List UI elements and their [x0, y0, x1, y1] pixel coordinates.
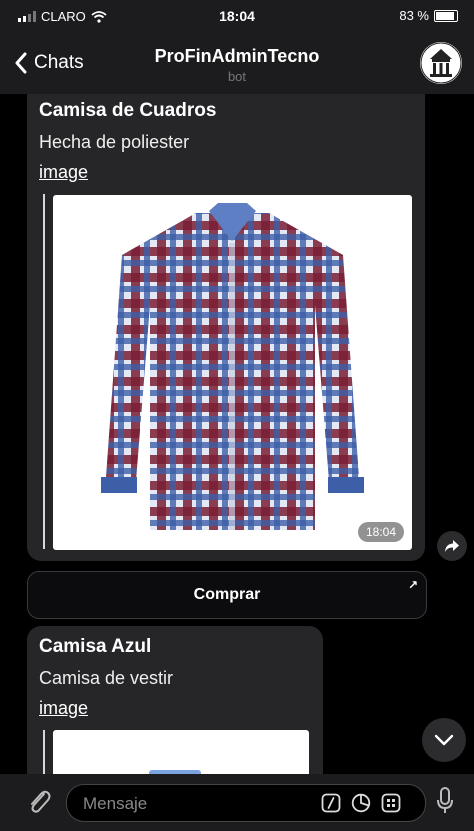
- external-arrow-icon: ↗: [407, 578, 418, 592]
- share-icon: [445, 540, 459, 552]
- chat-subtitle: bot: [227, 69, 247, 84]
- sticker-icon[interactable]: [351, 793, 371, 813]
- bot-keyboard-icon[interactable]: [381, 793, 401, 813]
- message-list[interactable]: Camisa de Cuadros Hecha de poliester ima…: [0, 94, 474, 774]
- input-placeholder: Mensaje: [83, 794, 148, 813]
- status-bar: CLARO 18:04 83 %: [0, 0, 474, 34]
- slash-command-icon[interactable]: [321, 793, 341, 813]
- message-bubble[interactable]: Camisa Azul Camisa de vestir image: [27, 626, 323, 774]
- blue-shirt-image: [149, 770, 201, 774]
- battery-icon: [434, 9, 458, 22]
- share-button[interactable]: [437, 531, 467, 561]
- chevron-down-icon: [434, 734, 454, 746]
- chat-title[interactable]: ProFinAdminTecno: [0, 46, 474, 67]
- product-image[interactable]: 18:04: [53, 195, 412, 550]
- preview-bar: [43, 194, 45, 549]
- buy-button-label: Comprar: [193, 586, 261, 603]
- message-link[interactable]: image: [39, 698, 88, 719]
- battery: 83 %: [399, 8, 458, 23]
- message-link[interactable]: image: [39, 162, 88, 183]
- plaid-shirt-image: [101, 203, 364, 530]
- microphone-icon[interactable]: [436, 786, 454, 816]
- message-title: Camisa de Cuadros: [39, 100, 217, 121]
- message-bubble[interactable]: Camisa de Cuadros Hecha de poliester ima…: [27, 94, 425, 561]
- bot-avatar[interactable]: [420, 42, 462, 84]
- message-title: Camisa Azul: [39, 636, 152, 657]
- message-time: 18:04: [357, 522, 404, 542]
- message-description: Camisa de vestir: [39, 668, 174, 688]
- message-input[interactable]: Mensaje: [66, 784, 426, 822]
- chat-header: Chats ProFinAdminTecno bot: [0, 34, 474, 94]
- logo-icon: [420, 42, 462, 84]
- buy-button[interactable]: Comprar ↗: [27, 571, 427, 619]
- paperclip-icon[interactable]: [26, 788, 52, 816]
- message-input-bar: Mensaje: [0, 774, 474, 831]
- preview-bar: [43, 730, 45, 774]
- battery-percent: 83 %: [399, 8, 429, 23]
- message-description: Hecha de poliester: [39, 132, 190, 152]
- scroll-down-button[interactable]: [422, 718, 466, 762]
- product-image[interactable]: [53, 730, 309, 774]
